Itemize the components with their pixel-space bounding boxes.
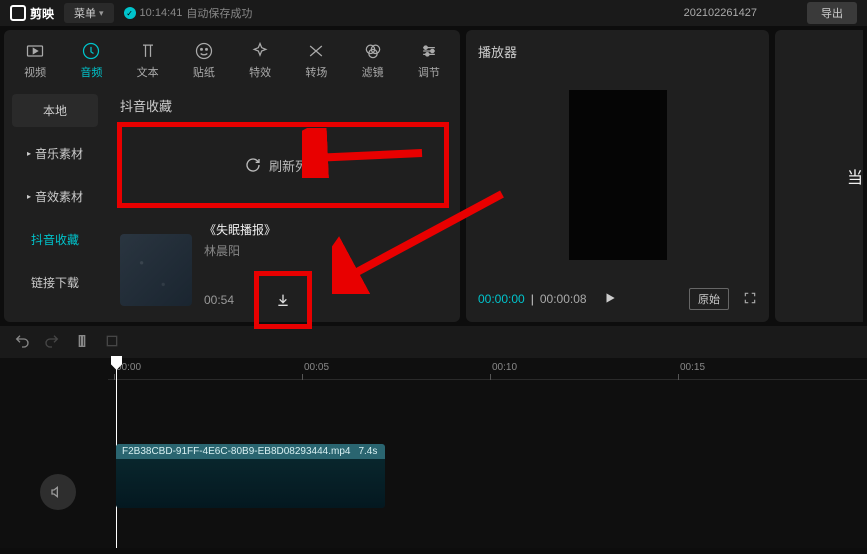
sidebar-item-label: 音乐素材	[35, 145, 83, 162]
tab-label: 贴纸	[193, 64, 215, 80]
document-id: 202102261427	[684, 7, 757, 19]
clip-duration: 7.4s	[358, 446, 377, 457]
refresh-icon	[245, 157, 261, 173]
sidebar-item-label: 链接下载	[31, 274, 79, 291]
media-panel: 视频 音频 文本 贴纸 特效 转场	[4, 30, 460, 322]
sidebar-item-music[interactable]: ▸ 音乐素材	[12, 137, 98, 170]
ruler-mark: 00:15	[680, 362, 705, 373]
player-panel: 播放器 00:00:00 | 00:00:08 原始	[466, 30, 769, 322]
video-icon	[24, 40, 46, 62]
content-title: 抖音收藏	[120, 96, 446, 115]
tab-adjust[interactable]: 调节	[402, 36, 456, 84]
fullscreen-button[interactable]	[743, 291, 757, 308]
chevron-down-icon: ▾	[99, 8, 104, 19]
app-logo: 剪映	[10, 5, 54, 22]
track-area: F2B38CBD-91FF-4E6C-80B9-EB8D08293444.mp4…	[108, 380, 867, 440]
sidebar-item-link[interactable]: 链接下载	[12, 266, 98, 299]
tab-label: 调节	[418, 64, 440, 80]
refresh-list-button[interactable]: 刷新列表	[120, 125, 446, 205]
main-row: 视频 音频 文本 贴纸 特效 转场	[0, 26, 867, 326]
music-artist: 林晨阳	[204, 242, 446, 259]
redo-button[interactable]	[44, 333, 60, 352]
check-icon: ✓	[124, 7, 136, 19]
music-meta: 00:54	[204, 281, 446, 319]
tab-label: 视频	[24, 64, 46, 80]
crop-button[interactable]	[104, 333, 120, 352]
tab-transition[interactable]: 转场	[289, 36, 343, 84]
export-button[interactable]: 导出	[807, 2, 857, 24]
music-thumbnail	[120, 234, 192, 306]
player-title: 播放器	[478, 42, 757, 61]
tab-text[interactable]: 文本	[121, 36, 175, 84]
logo-icon	[10, 5, 26, 21]
tab-label: 滤镜	[362, 64, 384, 80]
effect-icon	[249, 40, 271, 62]
sidebar-item-douyin[interactable]: 抖音收藏	[12, 223, 98, 256]
time-separator: |	[531, 292, 534, 306]
right-panel-text: 当	[847, 164, 863, 188]
ruler-mark: 00:10	[492, 362, 517, 373]
tab-filter[interactable]: 滤镜	[346, 36, 400, 84]
player-controls: 00:00:00 | 00:00:08 原始	[478, 288, 757, 310]
tab-sticker[interactable]: 贴纸	[177, 36, 231, 84]
filter-icon	[362, 40, 384, 62]
menu-button[interactable]: 菜单 ▾	[64, 3, 114, 23]
track-mute-button[interactable]	[40, 474, 76, 510]
preview-video[interactable]	[569, 90, 667, 260]
ruler[interactable]: 00:00 00:05 00:10 00:15	[108, 358, 867, 380]
triangle-icon: ▸	[27, 192, 31, 201]
text-icon	[137, 40, 159, 62]
tab-label: 文本	[137, 64, 159, 80]
save-text: 自动保存成功	[186, 5, 252, 21]
aspect-button[interactable]: 原始	[689, 288, 729, 310]
ruler-mark: 00:05	[304, 362, 329, 373]
current-time: 00:00:00	[478, 292, 525, 306]
tab-effect[interactable]: 特效	[233, 36, 287, 84]
content-area: 抖音收藏 刷新列表 《失眠播报》 林晨阳 00:54	[106, 84, 460, 331]
preview-area	[478, 69, 757, 280]
sidebar-item-label: 抖音收藏	[31, 231, 79, 248]
right-panel: 当	[775, 30, 863, 322]
app-name: 剪映	[30, 5, 54, 22]
transition-icon	[305, 40, 327, 62]
sidebar-item-label: 音效素材	[35, 188, 83, 205]
music-item[interactable]: 《失眠播报》 林晨阳 00:54	[120, 221, 446, 319]
clip-filename: F2B38CBD-91FF-4E6C-80B9-EB8D08293444.mp4	[122, 446, 350, 457]
music-title: 《失眠播报》	[204, 221, 446, 238]
tab-label: 特效	[249, 64, 271, 80]
sidebar-item-local[interactable]: 本地	[12, 94, 98, 127]
panel-body: 本地 ▸ 音乐素材 ▸ 音效素材 抖音收藏 链接下载 抖音收藏 刷新列表 《失眠播报…	[4, 84, 460, 331]
media-tabs: 视频 音频 文本 贴纸 特效 转场	[4, 30, 460, 84]
download-button[interactable]	[264, 281, 302, 319]
top-bar: 剪映 菜单 ▾ ✓ 10:14:41 自动保存成功 202102261427 导…	[0, 0, 867, 26]
sidebar: 本地 ▸ 音乐素材 ▸ 音效素材 抖音收藏 链接下载	[4, 84, 106, 331]
menu-label: 菜单	[74, 5, 96, 21]
timeline[interactable]: 00:00 00:05 00:10 00:15 F2B38CBD-91FF-4E…	[0, 358, 867, 548]
tab-audio[interactable]: 音频	[64, 36, 118, 84]
audio-icon	[80, 40, 102, 62]
tab-label: 音频	[80, 64, 102, 80]
sticker-icon	[193, 40, 215, 62]
save-time: 10:14:41	[140, 7, 183, 19]
adjust-icon	[418, 40, 440, 62]
sidebar-item-sfx[interactable]: ▸ 音效素材	[12, 180, 98, 213]
undo-button[interactable]	[14, 333, 30, 352]
refresh-label: 刷新列表	[269, 156, 321, 175]
play-button[interactable]	[603, 291, 617, 308]
tab-video[interactable]: 视频	[8, 36, 62, 84]
triangle-icon: ▸	[27, 149, 31, 158]
download-icon	[275, 292, 291, 308]
music-duration: 00:54	[204, 293, 234, 307]
video-clip[interactable]: F2B38CBD-91FF-4E6C-80B9-EB8D08293444.mp4…	[116, 444, 385, 508]
sidebar-item-label: 本地	[43, 102, 67, 119]
split-button[interactable]	[74, 333, 90, 352]
clip-label: F2B38CBD-91FF-4E6C-80B9-EB8D08293444.mp4…	[116, 444, 385, 459]
total-time: 00:00:08	[540, 292, 587, 306]
save-status: ✓ 10:14:41 自动保存成功	[124, 5, 253, 21]
tab-label: 转场	[305, 64, 327, 80]
music-info: 《失眠播报》 林晨阳 00:54	[204, 221, 446, 319]
